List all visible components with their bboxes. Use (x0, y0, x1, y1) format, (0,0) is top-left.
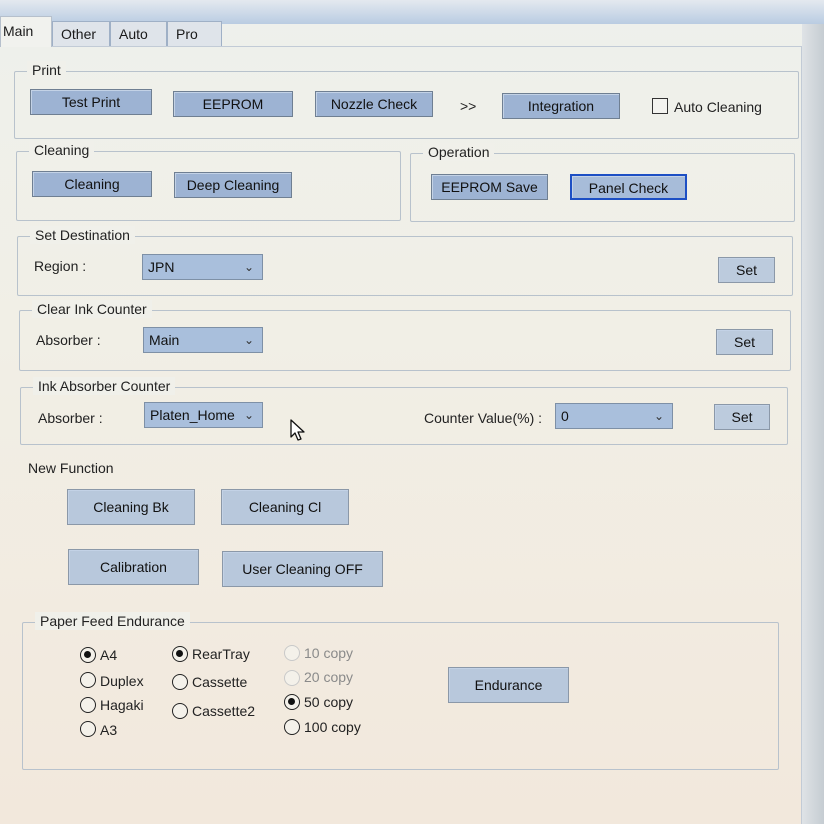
arrow-indicator: >> (460, 98, 477, 114)
tab-auto[interactable]: Auto (110, 21, 167, 46)
set-destination-set-button[interactable]: Set (718, 257, 775, 283)
integration-button[interactable]: Integration (502, 93, 620, 119)
counter-value-label: Counter Value(%) : (424, 410, 543, 426)
chevron-down-icon: ⌄ (243, 333, 254, 347)
cleaning-group-title: Cleaning (29, 141, 95, 159)
clear-ink-counter-group: Clear Ink Counter (19, 300, 791, 371)
endurance-button[interactable]: Endurance (448, 667, 569, 703)
calibration-button[interactable]: Calibration (68, 549, 199, 585)
radio-paper-duplex[interactable] (80, 672, 96, 688)
ink-absorber-counter-group-title: Ink Absorber Counter (33, 377, 176, 395)
region-select[interactable]: JPN ⌄ (142, 254, 263, 280)
radio-copies-20-label: 20 copy (304, 669, 354, 685)
region-label: Region : (34, 258, 87, 274)
set-destination-group-title: Set Destination (30, 226, 135, 244)
eeprom-save-button[interactable]: EEPROM Save (431, 174, 548, 200)
auto-cleaning-checkbox[interactable] (652, 98, 668, 114)
radio-copies-20[interactable] (284, 670, 300, 686)
operation-group-title: Operation (423, 143, 495, 161)
radio-copies-50[interactable] (284, 694, 300, 710)
window-right-edge (802, 24, 824, 824)
clear-ink-counter-group-title: Clear Ink Counter (32, 300, 152, 318)
set-destination-group: Set Destination (17, 226, 793, 296)
radio-tray-reartray[interactable] (172, 646, 188, 662)
chevron-down-icon: ⌄ (243, 260, 254, 274)
paper-feed-endurance-group-title: Paper Feed Endurance (35, 612, 190, 630)
print-group-title: Print (27, 61, 66, 79)
cleaning-button[interactable]: Cleaning (32, 171, 152, 197)
user-cleaning-off-button[interactable]: User Cleaning OFF (222, 551, 383, 587)
region-select-value: JPN (148, 259, 175, 275)
radio-tray-cassette2-label: Cassette2 (192, 703, 256, 719)
new-function-title: New Function (28, 460, 114, 476)
radio-copies-10[interactable] (284, 645, 300, 661)
test-print-button[interactable]: Test Print (30, 89, 152, 115)
auto-cleaning-label: Auto Cleaning (674, 99, 762, 115)
cleaning-bk-button[interactable]: Cleaning Bk (67, 489, 195, 525)
nozzle-check-button[interactable]: Nozzle Check (315, 91, 433, 117)
radio-tray-cassette-label: Cassette (192, 674, 248, 690)
tab-other[interactable]: Other (52, 21, 110, 46)
clear-ink-absorber-select-value: Main (149, 332, 180, 348)
eeprom-button[interactable]: EEPROM (173, 91, 293, 117)
radio-tray-reartray-label: RearTray (192, 646, 250, 662)
radio-copies-50-label: 50 copy (304, 694, 354, 710)
chevron-down-icon: ⌄ (243, 408, 254, 422)
radio-copies-10-label: 10 copy (304, 645, 354, 661)
radio-paper-a4-label: A4 (100, 647, 118, 663)
radio-tray-cassette[interactable] (172, 674, 188, 690)
ink-absorber-select-value: Platen_Home (150, 407, 235, 423)
mouse-cursor-icon (290, 419, 305, 441)
radio-copies-100[interactable] (284, 719, 300, 735)
deep-cleaning-button[interactable]: Deep Cleaning (174, 172, 292, 198)
radio-paper-hagaki[interactable] (80, 697, 96, 713)
chevron-down-icon: ⌄ (653, 409, 664, 423)
counter-value-select[interactable]: 0 ⌄ (555, 403, 673, 429)
clear-ink-absorber-label: Absorber : (36, 332, 101, 348)
ink-absorber-counter-set-button[interactable]: Set (714, 404, 770, 430)
radio-paper-a4[interactable] (80, 647, 96, 663)
panel-check-button[interactable]: Panel Check (570, 174, 687, 200)
counter-value-select-value: 0 (561, 408, 569, 424)
radio-copies-100-label: 100 copy (304, 719, 361, 735)
clear-ink-counter-set-button[interactable]: Set (716, 329, 773, 355)
ink-absorber-label: Absorber : (38, 410, 103, 426)
cleaning-cl-button[interactable]: Cleaning Cl (221, 489, 349, 525)
clear-ink-absorber-select[interactable]: Main ⌄ (143, 327, 263, 353)
tab-main[interactable]: Main (0, 16, 52, 47)
radio-paper-a3-label: A3 (100, 722, 118, 738)
radio-paper-duplex-label: Duplex (100, 673, 144, 689)
radio-tray-cassette2[interactable] (172, 703, 188, 719)
ink-absorber-select[interactable]: Platen_Home ⌄ (144, 402, 263, 428)
radio-paper-a3[interactable] (80, 721, 96, 737)
radio-paper-hagaki-label: Hagaki (100, 697, 144, 713)
tab-pro[interactable]: Pro (167, 21, 222, 46)
